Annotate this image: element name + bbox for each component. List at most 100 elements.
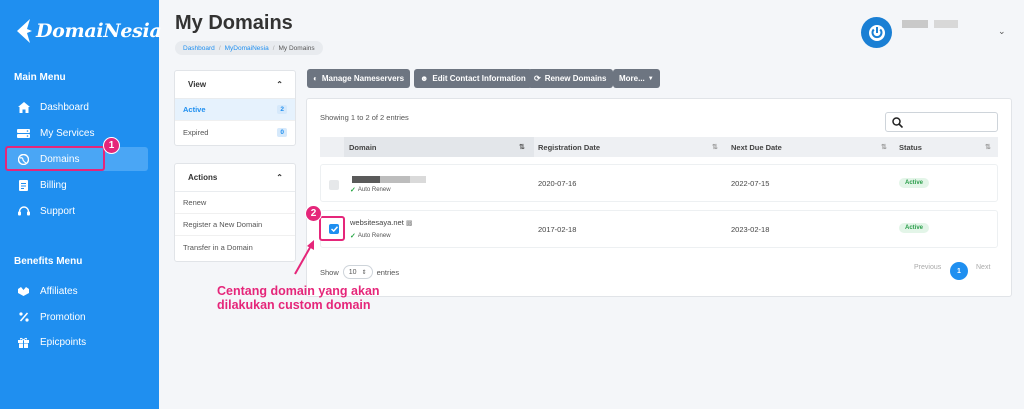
instruction-text: Centang domain yang akan dilakukan custo… — [217, 284, 380, 312]
view-panel: View ⌃ Active 2 Expired 0 — [174, 70, 296, 146]
domain-name-redacted — [380, 176, 410, 183]
benefits-menu-title: Benefits Menu — [14, 256, 83, 267]
actions-panel-header[interactable]: Actions ⌃ — [175, 164, 295, 192]
button-label: Edit Contact Information — [432, 74, 526, 83]
actions-panel: Actions ⌃ Renew Register a New Domain Tr… — [174, 163, 296, 262]
select-arrows-icon: ⇕ — [361, 269, 367, 276]
domains-card: Showing 1 to 2 of 2 entries Domain ⇅ Reg… — [306, 98, 1012, 297]
column-next-due-date[interactable]: Next Due Date ⇅ — [731, 137, 901, 157]
next-due-date: 2022-07-15 — [731, 179, 770, 188]
pagination-next[interactable]: Next — [976, 264, 990, 271]
pagination-page-1[interactable]: 1 — [950, 262, 968, 280]
chevron-down-icon[interactable]: ⌄ — [998, 26, 1006, 37]
brand-logo[interactable]: DomaiNesia — [14, 16, 162, 46]
sidebar-item-promotion[interactable]: Promotion — [7, 305, 148, 329]
sidebar: DomaiNesia Main Menu Dashboard My Servic… — [0, 0, 162, 409]
sidebar-item-billing[interactable]: Billing — [7, 173, 148, 197]
sidebar-item-my-services[interactable]: My Services — [7, 121, 148, 145]
instruction-line: dilakukan custom domain — [217, 298, 371, 312]
server-icon — [17, 127, 30, 140]
checkmark-icon: ✓ — [350, 233, 356, 240]
sidebar-item-label: Billing — [40, 179, 67, 191]
button-label: Renew Domains — [544, 74, 607, 83]
registration-date: 2020-07-16 — [538, 179, 577, 188]
pagination-previous[interactable]: Previous — [914, 264, 941, 271]
checkmark-icon: ✓ — [350, 187, 356, 194]
affiliates-icon — [17, 285, 30, 298]
sidebar-item-epicpoints[interactable]: Epicpoints — [7, 330, 148, 354]
action-renew[interactable]: Renew — [175, 192, 295, 214]
table-header: Domain ⇅ Registration Date ⇅ Next Due Da… — [320, 137, 998, 157]
count-badge: 0 — [277, 127, 287, 137]
renew-domains-button[interactable]: ⟳ Renew Domains — [528, 69, 613, 88]
breadcrumb-dashboard[interactable]: Dashboard — [183, 45, 215, 52]
external-link-icon: ▩ — [405, 220, 413, 227]
domain-name[interactable]: websitesaya.net ▩ — [350, 218, 413, 227]
brand-name: DomaiNesia — [36, 20, 162, 42]
chevron-up-icon: ⌃ — [276, 173, 283, 182]
power-icon — [868, 24, 885, 41]
view-filter-label: Active — [183, 105, 206, 114]
entries-label: entries — [376, 267, 400, 277]
column-status[interactable]: Status ⇅ — [899, 137, 998, 157]
sidebar-item-label: Dashboard — [40, 101, 89, 113]
edit-contact-button[interactable]: ☻ Edit Contact Information — [414, 69, 532, 88]
sidebar-item-label: Support — [40, 205, 76, 217]
domain-link[interactable]: websitesaya.net — [350, 218, 404, 227]
auto-renew-text: Auto Renew — [357, 233, 391, 239]
sidebar-item-affiliates[interactable]: Affiliates — [7, 279, 148, 303]
more-dropdown-button[interactable]: More... ▼ — [613, 69, 660, 88]
page-size-control: Show 10 ⇕ entries — [320, 265, 399, 279]
instruction-line: Centang domain yang akan — [217, 284, 380, 298]
view-filter-active[interactable]: Active 2 — [175, 99, 295, 121]
breadcrumb-separator: / — [272, 44, 275, 52]
view-filter-expired[interactable]: Expired 0 — [175, 121, 295, 143]
manage-nameservers-button[interactable]: ◐ Manage Nameservers — [307, 69, 411, 88]
search-icon — [892, 117, 903, 128]
breadcrumb-mydomainesia[interactable]: MyDomaiNesia — [225, 45, 269, 52]
row-checkbox[interactable] — [329, 180, 339, 190]
page-title: My Domains — [175, 12, 293, 34]
refresh-icon: ⟳ — [534, 74, 541, 83]
annotation-arrow-icon — [294, 240, 314, 275]
sidebar-item-label: Promotion — [40, 311, 86, 323]
view-panel-header[interactable]: View ⌃ — [175, 71, 295, 99]
percent-icon — [17, 311, 30, 324]
actions-panel-title: Actions — [188, 173, 218, 182]
column-label: Status — [899, 142, 922, 152]
action-register-domain[interactable]: Register a New Domain — [175, 214, 295, 236]
table-row[interactable]: websitesaya.net ▩ ✓ Auto Renew 2017-02-1… — [320, 210, 998, 248]
breadcrumb-current: My Domains — [278, 44, 315, 52]
sidebar-item-support[interactable]: Support — [7, 199, 148, 223]
show-label: Show — [320, 267, 339, 277]
column-label: Registration Date — [538, 142, 601, 152]
gift-icon — [17, 336, 30, 349]
chevron-up-icon: ⌃ — [276, 80, 283, 89]
step-1-highlight — [5, 146, 105, 171]
main-menu-title: Main Menu — [14, 72, 66, 83]
sort-icon: ⇅ — [712, 144, 718, 151]
sidebar-item-dashboard[interactable]: Dashboard — [7, 95, 148, 119]
sort-icon: ⇅ — [519, 144, 525, 151]
column-domain[interactable]: Domain ⇅ — [344, 137, 534, 157]
table-row[interactable]: ✓ Auto Renew 2020-07-16 2022-07-15 Activ… — [320, 164, 998, 202]
view-panel-title: View — [188, 80, 207, 89]
avatar[interactable] — [861, 17, 892, 48]
sidebar-item-label: My Services — [40, 127, 95, 139]
page-size-select[interactable]: 10 ⇕ — [342, 265, 373, 279]
home-icon — [17, 101, 30, 114]
search-input[interactable] — [885, 112, 998, 132]
auto-renew-text: Auto Renew — [357, 187, 391, 193]
action-transfer-domain[interactable]: Transfer in a Domain — [175, 236, 295, 258]
domain-name-redacted — [352, 176, 380, 183]
action-label: Register a New Domain — [183, 220, 263, 229]
domain-name-redacted — [410, 176, 426, 183]
invoice-icon — [17, 179, 30, 192]
button-label: Manage Nameservers — [321, 74, 405, 83]
next-due-date: 2023-02-18 — [731, 225, 770, 234]
action-label: Transfer in a Domain — [183, 242, 253, 252]
column-registration-date[interactable]: Registration Date ⇅ — [538, 137, 728, 157]
count-badge: 2 — [277, 105, 287, 114]
status-badge: Active — [899, 178, 930, 188]
status-badge: Active — [899, 223, 930, 233]
